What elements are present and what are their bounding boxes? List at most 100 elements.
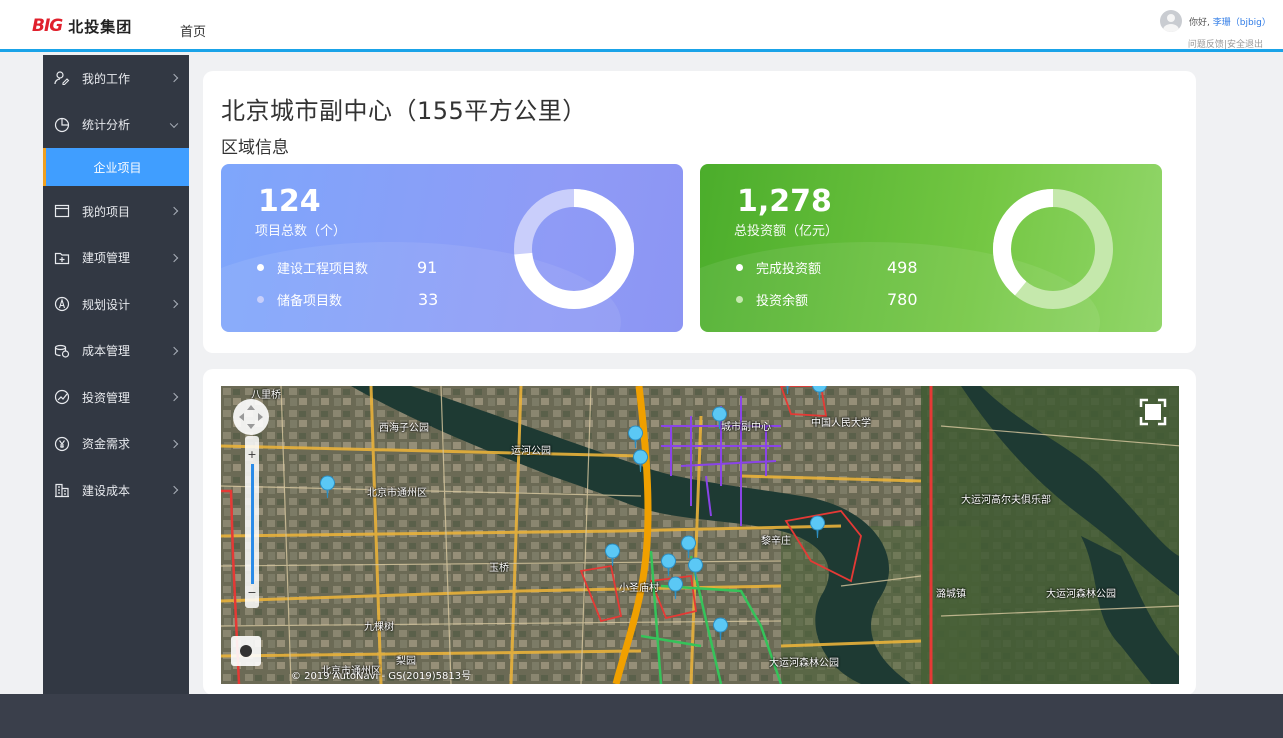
pan-arrows-icon — [239, 405, 263, 429]
map-locate-button[interactable] — [231, 636, 261, 666]
chevron-right-icon — [169, 207, 179, 216]
sidebar: 我的工作 统计分析 企业项目 我的项目 建项管理 规划设计 成本管理 投资管理 … — [43, 55, 189, 695]
sidebar-item-label: 建设成本 — [82, 483, 131, 498]
project-total: 124 — [258, 184, 321, 219]
map-pan-control[interactable] — [233, 399, 269, 435]
stat-value: 780 — [887, 290, 918, 309]
map-canvas — [221, 386, 1179, 684]
sidebar-subitem-enterprise-projects[interactable]: 企业项目 — [43, 148, 189, 186]
map-label: 玉桥 — [489, 563, 509, 574]
section-title: 区域信息 — [221, 138, 289, 158]
sidebar-item-my-work[interactable]: 我的工作 — [43, 55, 189, 102]
stat-row: 建设工程项目数 91 — [257, 258, 437, 277]
sidebar-item-label: 我的工作 — [82, 71, 131, 86]
legend-dot — [257, 296, 264, 303]
sidebar-item-funding-demand[interactable]: 资金需求 — [43, 421, 189, 468]
zoom-slider-track[interactable] — [251, 464, 254, 584]
map-zoom-control[interactable]: + − — [245, 436, 259, 608]
map-label: 城市副中心 — [721, 422, 771, 433]
user-greeting: 你好, 李珊（bjbig） — [1189, 15, 1271, 28]
stat-row: 储备项目数 33 — [257, 290, 438, 309]
investment-donut-chart — [993, 189, 1113, 309]
stat-value: 498 — [887, 258, 918, 277]
logo-text: 北投集团 — [68, 17, 133, 36]
satellite-map[interactable]: 八里桥 西海子公园 运河公园 北京市通州区 玉桥 九棵树 梨园 北京市通州区 小… — [221, 386, 1179, 684]
page-title: 北京城市副中心（155平方公里） — [221, 97, 587, 125]
sidebar-item-cost-management[interactable]: 成本管理 — [43, 328, 189, 375]
brand-logo[interactable]: BIG 北投集团 — [32, 16, 132, 36]
sidebar-item-statistics[interactable]: 统计分析 — [43, 102, 189, 149]
greeting-prefix: 你好, — [1189, 18, 1210, 28]
stat-label: 投资余额 — [756, 294, 809, 309]
coins-icon — [53, 342, 71, 360]
sidebar-item-construction-cost[interactable]: 建设成本 — [43, 467, 189, 514]
sidebar-item-project-setup[interactable]: 建项管理 — [43, 235, 189, 282]
stat-value: 91 — [417, 258, 438, 277]
map-label: 北京市通州区 — [367, 488, 427, 499]
chevron-right-icon — [169, 300, 179, 309]
sidebar-item-investment-management[interactable]: 投资管理 — [43, 374, 189, 421]
pie-chart-icon — [53, 116, 71, 134]
region-info-panel: 北京城市副中心（155平方公里） 区域信息 124 项目总数（个） 建设工程项目… — [203, 71, 1196, 353]
map-label: 小圣庙村 — [619, 583, 659, 594]
yen-icon — [53, 435, 71, 453]
sidebar-item-label: 统计分析 — [82, 118, 131, 133]
stat-row: 完成投资额 498 — [736, 258, 918, 277]
sidebar-item-label: 建项管理 — [82, 251, 131, 266]
map-panel: 八里桥 西海子公园 运河公园 北京市通州区 玉桥 九棵树 梨园 北京市通州区 小… — [203, 369, 1196, 695]
window-icon — [53, 202, 71, 220]
sidebar-item-label: 我的项目 — [82, 204, 131, 219]
map-label: 运河公园 — [511, 446, 551, 457]
zoom-out-icon[interactable]: − — [245, 586, 259, 599]
chevron-right-icon — [169, 253, 179, 262]
chevron-right-icon — [169, 74, 179, 83]
logo-mark: BIG — [32, 16, 63, 36]
map-label: 黎辛庄 — [761, 536, 791, 547]
legend-dot — [257, 264, 264, 271]
avatar-icon[interactable] — [1160, 10, 1182, 32]
map-label: 西海子公园 — [379, 423, 429, 434]
user-links: 问题反馈|安全退出 — [1188, 37, 1263, 50]
investment-card: 1,278 总投资额（亿元） 完成投资额 498 投资余额 780 — [700, 164, 1162, 332]
investment-total-label: 总投资额（亿元） — [734, 224, 839, 239]
map-label: 九棵树 — [364, 622, 394, 633]
chevron-right-icon — [169, 439, 179, 448]
chevron-right-icon — [169, 346, 179, 355]
project-count-card: 124 项目总数（个） 建设工程项目数 91 储备项目数 33 — [221, 164, 683, 332]
map-label: 大运河森林公园 — [769, 658, 839, 669]
footer-bar — [0, 694, 1283, 738]
folder-add-icon — [53, 249, 71, 267]
compass-icon — [53, 295, 71, 313]
stat-row: 投资余额 780 — [736, 290, 918, 309]
chevron-right-icon — [169, 393, 179, 402]
map-copyright: © 2019 AutoNavi - GS(2019)5813号 — [291, 671, 472, 682]
map-label: 中国人民大学 — [811, 418, 871, 429]
user-edit-icon — [53, 69, 71, 87]
stat-label: 建设工程项目数 — [277, 262, 369, 277]
logout-link[interactable]: 安全退出 — [1227, 40, 1263, 50]
project-total-label: 项目总数（个） — [255, 224, 347, 239]
building-icon — [53, 481, 71, 499]
legend-dot — [736, 264, 743, 271]
sidebar-item-planning-design[interactable]: 规划设计 — [43, 281, 189, 328]
legend-dot — [736, 296, 743, 303]
map-label: 潞城镇 — [936, 589, 966, 600]
zoom-in-icon[interactable]: + — [245, 448, 259, 461]
sidebar-item-label: 成本管理 — [82, 344, 131, 359]
top-header: BIG 北投集团 首页 你好, 李珊（bjbig） 问题反馈|安全退出 — [0, 0, 1283, 52]
project-donut-chart — [514, 189, 634, 309]
trend-icon — [53, 388, 71, 406]
fullscreen-icon[interactable] — [1139, 398, 1167, 426]
stat-value: 33 — [418, 290, 439, 309]
user-name[interactable]: 李珊（bjbig） — [1213, 18, 1271, 28]
chevron-right-icon — [169, 486, 179, 495]
feedback-link[interactable]: 问题反馈 — [1188, 40, 1224, 50]
stat-label: 完成投资额 — [756, 262, 822, 277]
stat-label: 储备项目数 — [277, 294, 343, 309]
sidebar-item-my-projects[interactable]: 我的项目 — [43, 188, 189, 235]
nav-home-link[interactable]: 首页 — [180, 21, 206, 40]
sidebar-item-label: 资金需求 — [82, 437, 131, 452]
chevron-down-icon — [169, 119, 179, 128]
map-label: 大运河高尔夫俱乐部 — [961, 495, 1051, 506]
page-gutter — [1209, 55, 1283, 695]
